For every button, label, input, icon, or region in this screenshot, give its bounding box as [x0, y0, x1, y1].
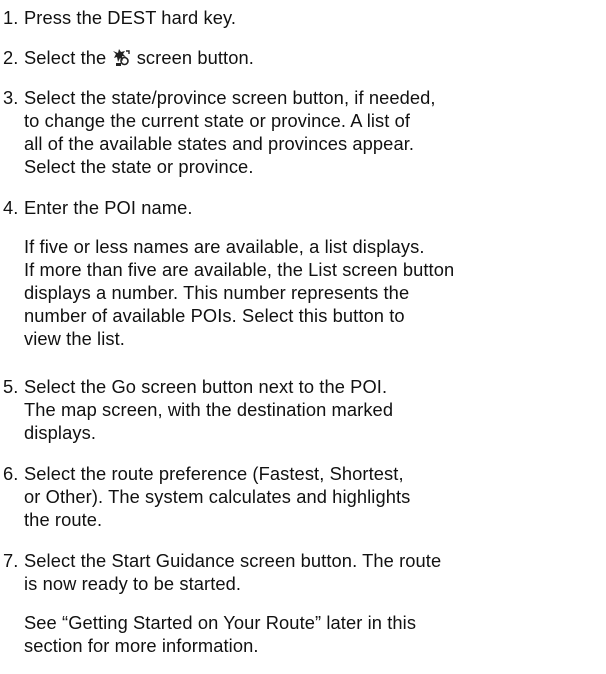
note-line: section for more information. — [24, 635, 259, 656]
step-text: Select the Go screen button next to the … — [24, 375, 606, 444]
step-number: 1. — [3, 7, 19, 28]
step-line: is now ready to be started. — [24, 573, 242, 594]
step-line: The map screen, with the destination mar… — [24, 399, 394, 420]
note-line: view the list. — [24, 328, 125, 349]
step-line: Select the Start Guidance screen button.… — [24, 550, 442, 571]
step-number: 6. — [3, 463, 19, 484]
note-line: number of available POIs. Select this bu… — [24, 305, 405, 326]
step-text: Select the screen button. — [24, 46, 606, 69]
note-line: displays a number. This number represent… — [24, 282, 410, 303]
step-text: Enter the POI name. — [24, 196, 606, 219]
step-number: 2. — [3, 47, 19, 68]
step-line: displays. — [24, 422, 97, 443]
instruction-page: 1. Press the DEST hard key. 2. Select th… — [0, 0, 606, 674]
step-line: Select the route preference (Fastest, Sh… — [24, 463, 404, 484]
step-line: Press the DEST hard key. — [24, 7, 237, 28]
step-line: all of the available states and province… — [24, 133, 415, 154]
step-line: Select the state or province. — [24, 156, 254, 177]
step-line: Enter the POI name. — [24, 197, 193, 218]
step-number: 5. — [3, 376, 19, 397]
step-number: 3. — [3, 87, 19, 108]
note-line: If more than five are available, the Lis… — [24, 259, 455, 280]
step-text: Select the Start Guidance screen button.… — [24, 549, 606, 595]
step-line: Select the screen button. — [24, 46, 606, 69]
step-line: or Other). The system calculates and hig… — [24, 486, 411, 507]
step-text: Select the state/province screen button,… — [24, 86, 606, 178]
note-line: If five or less names are available, a l… — [24, 236, 425, 257]
step-text: Press the DEST hard key. — [24, 6, 606, 29]
step-note: If five or less names are available, a l… — [24, 235, 606, 350]
step-number: 4. — [3, 197, 19, 218]
step-note: See “Getting Started on Your Route” late… — [24, 611, 606, 657]
step-line: Select the Go screen button next to the … — [24, 376, 388, 397]
step-line-before-icon: Select the — [24, 47, 107, 68]
poi-category-icon — [112, 49, 130, 67]
step-line: Select the state/province screen button,… — [24, 87, 436, 108]
step-line-after-icon: screen button. — [136, 47, 254, 68]
step-line: to change the current state or province.… — [24, 110, 411, 131]
step-number: 7. — [3, 550, 19, 571]
note-line: See “Getting Started on Your Route” late… — [24, 612, 417, 633]
step-line: the route. — [24, 509, 103, 530]
step-text: Select the route preference (Fastest, Sh… — [24, 462, 606, 531]
